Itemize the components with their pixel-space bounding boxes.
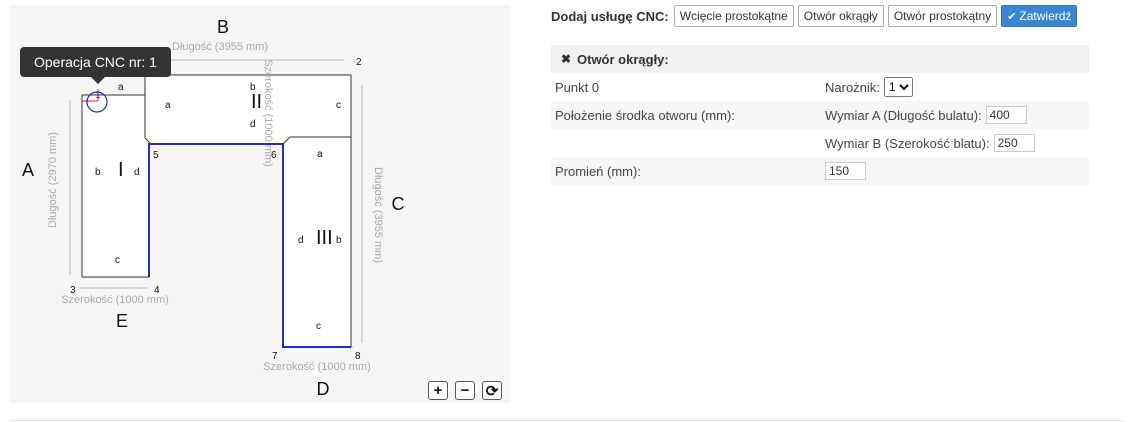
form-row-point: Punkt 0 Narożnik: 1 [551, 73, 1089, 101]
minus-icon: − [460, 382, 470, 399]
radius-input[interactable] [825, 162, 866, 180]
side-label-c: C [392, 194, 405, 214]
dim-a-label: Wymiar A (Długość bulatu): [825, 107, 982, 123]
tooltip-arrow [91, 77, 105, 84]
point-label: Punkt 0 [555, 79, 600, 95]
panel-iii-edge-a: a [317, 149, 323, 160]
drawing-canvas[interactable]: 1 B A C E D Długość (3955 mm) Długość (2… [10, 5, 510, 403]
point-2: 2 [356, 57, 362, 68]
side-label-e: E [116, 311, 128, 331]
side-label-b: B [217, 17, 229, 37]
round-hole-button[interactable]: Otwór okrągły [797, 5, 884, 27]
point-7: 7 [272, 351, 278, 362]
form-header: ✖ Otwór okrągły: [551, 45, 1089, 73]
rect-hole-button[interactable]: Otwór prostokątny [887, 5, 998, 27]
form-row-radius: Promień (mm): [551, 157, 1089, 185]
corner-label: Narożnik: [825, 79, 880, 95]
round-hole-form: ✖ Otwór okrągły: Punkt 0 Narożnik: 1 Poł… [551, 45, 1089, 185]
refresh-icon: ⟳ [485, 382, 499, 400]
dim-bottom-left-width: Szerokość (1000 mm) [61, 294, 169, 306]
panel-i-edge-a: a [118, 82, 124, 93]
radius-label: Promień (mm): [555, 163, 641, 179]
hole-number: 1 [95, 90, 100, 100]
confirm-label: Zatwierdź [1019, 9, 1072, 23]
side-label-d: D [317, 379, 330, 399]
check-icon: ✔ [1007, 10, 1017, 23]
bottom-divider [10, 420, 1125, 421]
dim-a-input[interactable] [985, 106, 1027, 124]
panel-iii-numeral: III [316, 227, 333, 249]
side-label-a: A [22, 160, 34, 180]
plus-icon: + [433, 382, 443, 399]
cnc-operation-tooltip: Operacja CNC nr: 1 [20, 47, 171, 77]
dim-right-length: Długość (3955 mm) [372, 167, 384, 263]
rect-cutout-button[interactable]: Wcięcie prostokątne [673, 5, 794, 27]
reset-view-button[interactable]: ⟳ [482, 381, 502, 400]
panel-i-edge-b: b [95, 167, 101, 178]
panel-ii-edge-a: a [165, 100, 171, 111]
toolbar-label: Dodaj usługę CNC: [551, 8, 669, 24]
point-5: 5 [153, 150, 159, 161]
point-4: 4 [154, 285, 160, 296]
form-row-dim-b: Wymiar B (Szerokość blatu): [551, 129, 1089, 157]
close-icon[interactable]: ✖ [559, 52, 573, 66]
confirm-button[interactable]: ✔ Zatwierdź [1001, 5, 1078, 27]
form-title: Otwór okrągły: [577, 51, 669, 67]
cnc-toolbar: Dodaj usługę CNC: Wcięcie prostokątne Ot… [551, 5, 1081, 27]
panel-i-edge-d: d [134, 167, 140, 178]
point-3: 3 [70, 285, 76, 296]
point-8: 8 [355, 351, 361, 362]
dim-b-input[interactable] [993, 134, 1035, 152]
panel-ii-edge-d: d [250, 119, 256, 130]
dim-bottom-right-width: Szerokość (1000 mm) [263, 361, 371, 373]
corner-select[interactable]: 1 [883, 77, 913, 97]
countertop-shape [81, 74, 352, 348]
panel-iii-edge-c: c [316, 321, 321, 332]
panel-i-edge-c: c [115, 255, 120, 266]
panel-i-numeral: I [118, 159, 124, 181]
panel-iii-edge-b: b [336, 235, 342, 246]
panel-iii-edge-d: d [298, 235, 304, 246]
panel-ii-numeral: II [251, 91, 262, 113]
center-label: Położenie środka otworu (mm): [555, 107, 735, 123]
zoom-out-button[interactable]: − [455, 381, 475, 400]
panel-ii-edge-c: c [336, 100, 341, 111]
dim-left-length: Długość (2970 mm) [47, 132, 59, 228]
form-row-center: Położenie środka otworu (mm): Wymiar A (… [551, 101, 1089, 129]
dim-b-label: Wymiar B (Szerokość blatu): [825, 135, 990, 151]
dim-top-length: Długość (3955 mm) [172, 41, 268, 53]
zoom-in-button[interactable]: + [428, 381, 448, 400]
point-6: 6 [271, 150, 277, 161]
